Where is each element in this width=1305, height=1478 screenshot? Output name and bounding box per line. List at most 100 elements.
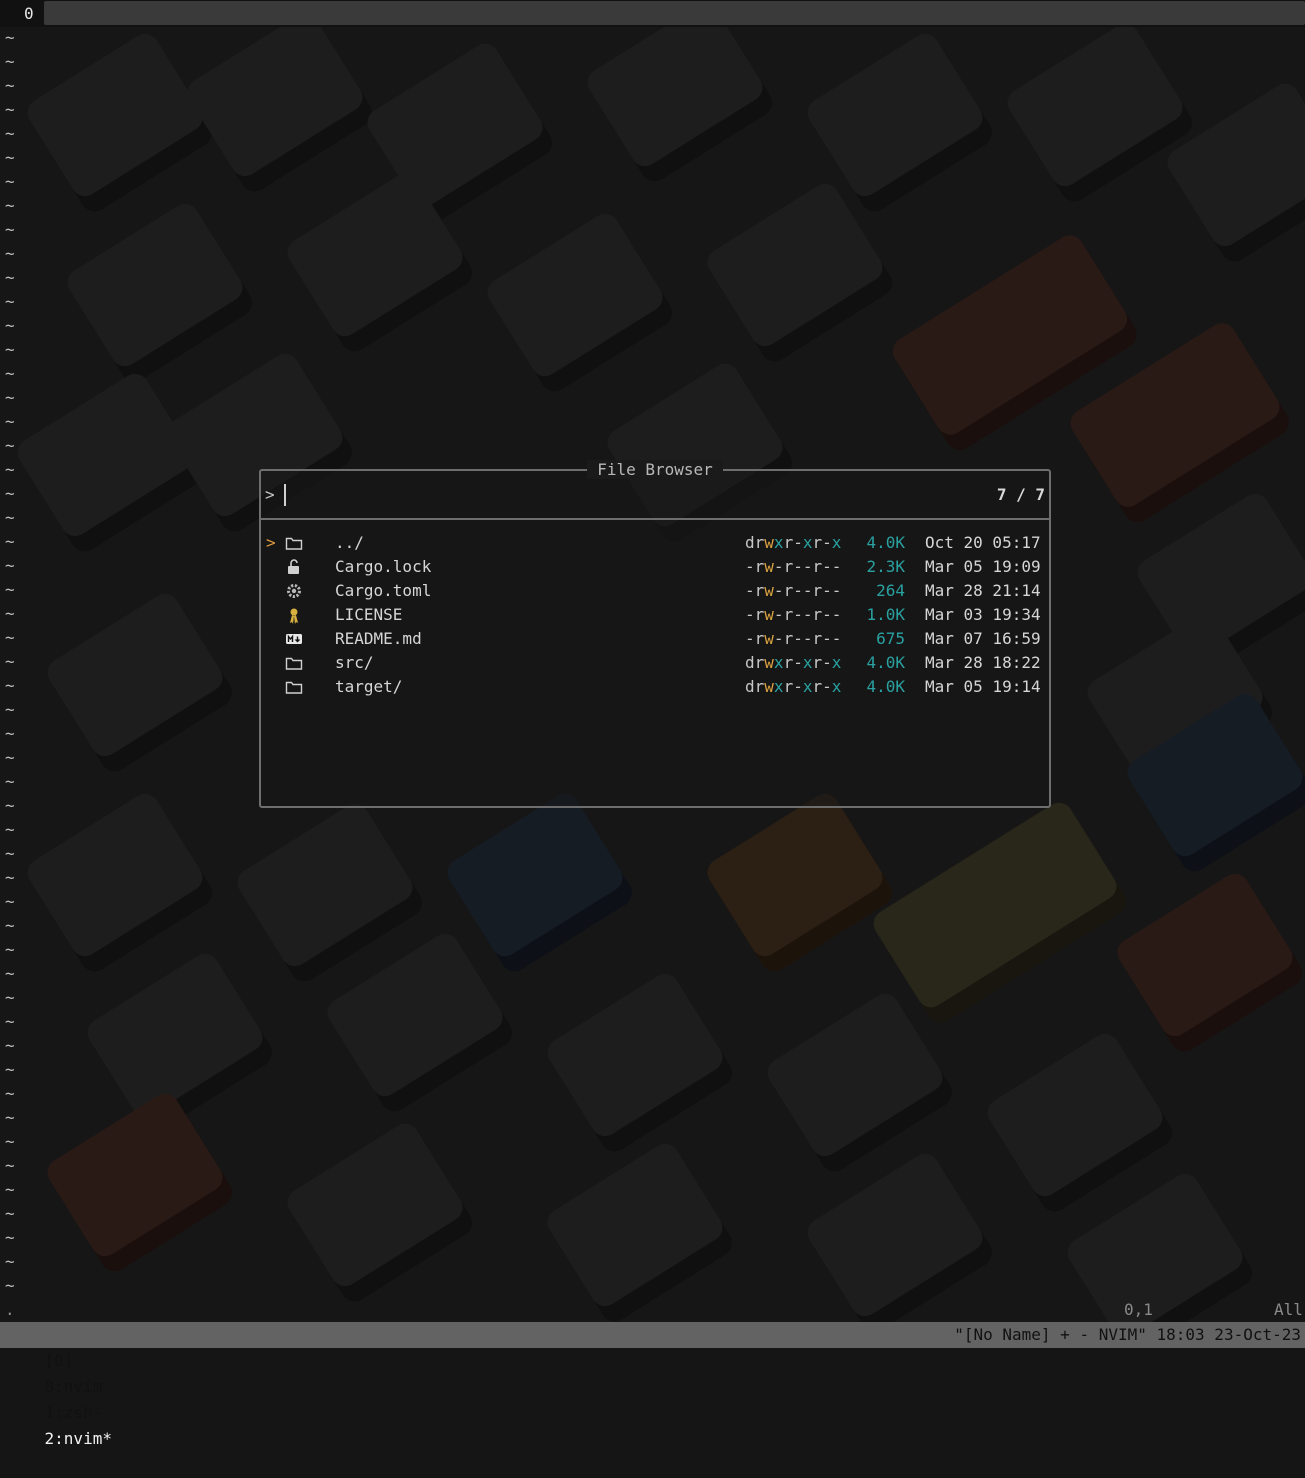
file-date: Mar 07 16:59 [925,629,1041,648]
tilde-marker: ~ [5,916,15,935]
tilde-marker: ~ [5,1204,15,1223]
file-size: 1.0K [866,605,905,624]
tilde-marker: ~ [5,220,15,239]
tilde-marker: ~ [5,244,15,263]
file-permissions: -rw-r--r-- [745,581,842,600]
file-row[interactable]: Cargo.toml -rw-r--r-- 264 Mar 28 21:14 [261,579,1049,603]
selection-marker: > [266,533,276,552]
file-size: 4.0K [866,533,905,552]
tilde-marker: ~ [5,796,15,815]
tilde-marker: ~ [5,508,15,527]
tilde-marker: ~ [5,196,15,215]
tmux-status-bar: [0] 0:nvim 1:zsh- 2:nvim* "[No Name] + -… [0,1322,1305,1448]
file-date: Oct 20 05:17 [925,533,1041,552]
tilde-marker: ~ [5,604,15,623]
file-size: 4.0K [866,653,905,672]
empty-line-markers: ~ ~ ~ ~ ~ ~ ~ ~ ~ ~ ~ ~ ~ ~ ~ ~ ~ ~ ~ ~ ~ ~ ~ ~ ~ ~ ~ ~ ~ ~ ~ ~ ~ ~ ~ ~ ~ ~ ~ ~… [5,26,17,1298]
tilde-marker: ~ [5,412,15,431]
tilde-marker: ~ [5,1252,15,1271]
window-tab-0[interactable]: 0:nvim [45,1377,103,1396]
search-prompt[interactable]: > 7 / 7 [261,483,1049,507]
tilde-marker: ~ [5,436,15,455]
file-date: Mar 03 19:34 [925,605,1041,624]
tilde-marker: ~ [5,820,15,839]
session-name: [0] [44,1351,74,1370]
tilde-marker: ~ [5,460,15,479]
tilde-marker: ~ [5,940,15,959]
file-name: target/ [335,677,403,696]
file-name: LICENSE [335,605,403,624]
file-row[interactable]: LICENSE -rw-r--r-- 1.0K Mar 03 19:34 [261,603,1049,627]
window-tab-1[interactable]: 1:zsh- [45,1403,103,1422]
file-permissions: drwxr-xr-x [745,533,842,552]
file-row[interactable]: target/drwxr-xr-x 4.0K Mar 05 19:14 [261,675,1049,699]
tilde-marker: ~ [5,628,15,647]
folder-icon [285,678,303,696]
file-name: README.md [335,629,422,648]
top-tabline: 0 [0,0,1305,27]
tilde-marker: ~ [5,124,15,143]
tilde-marker: ~ [5,100,15,119]
markdown-icon [285,630,303,648]
tilde-marker: ~ [5,748,15,767]
tilde-marker: ~ [5,340,15,359]
tilde-marker: ~ [5,268,15,287]
file-name: src/ [335,653,374,672]
tilde-marker: ~ [5,1036,15,1055]
file-size: 675 [876,629,905,648]
file-row[interactable]: src/drwxr-xr-x 4.0K Mar 28 18:22 [261,651,1049,675]
tilde-marker: ~ [5,1108,15,1127]
tilde-marker: ~ [5,700,15,719]
tilde-marker: ~ [5,1156,15,1175]
tilde-marker: ~ [5,868,15,887]
folder-icon [285,654,303,672]
file-name: Cargo.lock [335,557,432,576]
tilde-marker: ~ [5,892,15,911]
file-permissions: drwxr-xr-x [745,653,842,672]
scroll-indicator: All [1274,1300,1303,1319]
license-icon [285,606,303,624]
tilde-marker: ~ [5,172,15,191]
popup-title: File Browser [587,460,723,479]
tilde-marker: ~ [5,1060,15,1079]
file-date: Mar 28 18:22 [925,653,1041,672]
command-line: . [5,1300,15,1319]
tilde-marker: ~ [5,532,15,551]
file-row[interactable]: README.md -rw-r--r-- 675 Mar 07 16:59 [261,627,1049,651]
ruler: . 0,1 All [0,1298,1305,1322]
file-permissions: -rw-r--r-- [745,557,842,576]
tilde-marker: ~ [5,484,15,503]
tilde-marker: ~ [5,964,15,983]
tilde-marker: ~ [5,52,15,71]
file-permissions: -rw-r--r-- [745,605,842,624]
file-size: 4.0K [866,677,905,696]
file-date: Mar 05 19:09 [925,557,1041,576]
folder-icon [285,534,303,552]
tilde-marker: ~ [5,1084,15,1103]
tilde-marker: ~ [5,148,15,167]
window-tab-2[interactable]: 2:nvim* [45,1429,112,1448]
tilde-marker: ~ [5,364,15,383]
match-count: 7 / 7 [996,485,1045,504]
text-cursor [284,484,286,506]
file-row[interactable]: Cargo.lock -rw-r--r-- 2.3K Mar 05 19:09 [261,555,1049,579]
tilde-marker: ~ [5,28,15,47]
tilde-marker: ~ [5,676,15,695]
tilde-marker: ~ [5,724,15,743]
tabline-field[interactable] [44,1,1305,25]
tilde-marker: ~ [5,844,15,863]
file-list: > ../ drwxr-xr-x 4.0K Oct 20 05:17 Cargo.lock… [261,531,1049,699]
tilde-marker: ~ [5,652,15,671]
tilde-marker: ~ [5,1012,15,1031]
tilde-marker: ~ [5,556,15,575]
file-name: ../ [335,533,364,552]
tilde-marker: ~ [5,580,15,599]
file-browser-popup: File Browser > 7 / 7 > ../ drwxr-xr-x 4.0K O… [259,460,1051,808]
tilde-marker: ~ [5,772,15,791]
tilde-marker: ~ [5,1276,15,1295]
file-permissions: drwxr-xr-x [745,677,842,696]
file-row[interactable]: > ../ drwxr-xr-x 4.0K Oct 20 05:17 [261,531,1049,555]
tilde-marker: ~ [5,988,15,1007]
lock-icon [285,558,303,576]
buffer-index: 0 [24,4,34,23]
